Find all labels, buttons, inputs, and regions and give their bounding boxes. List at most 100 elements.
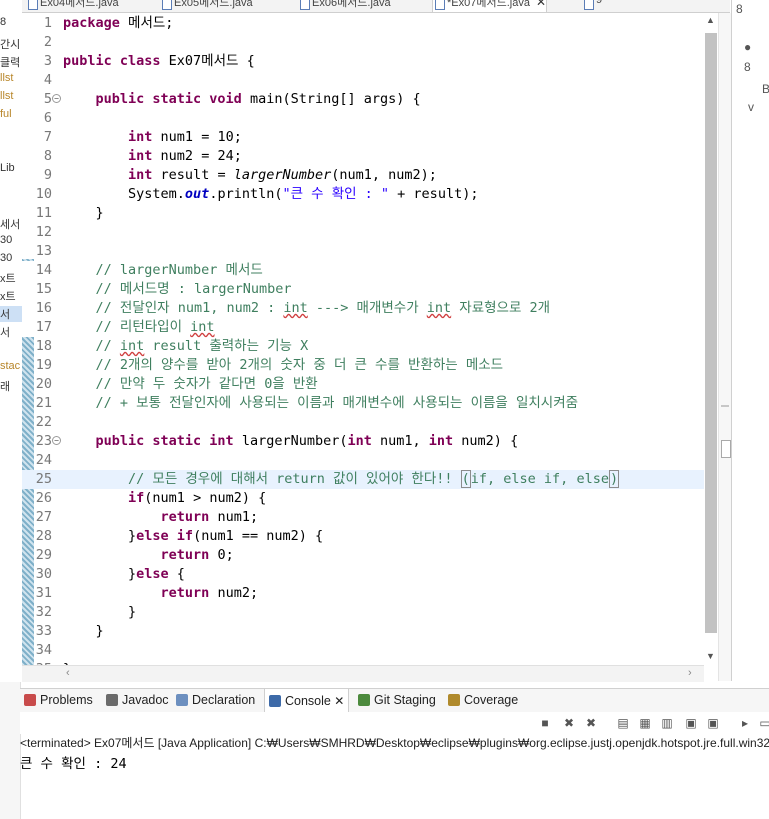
code-line[interactable]: 6 <box>22 109 704 128</box>
pin-console-icon[interactable]: ▸ <box>738 716 752 730</box>
git-staging-icon <box>358 694 370 706</box>
close-icon[interactable]: ✕ <box>331 694 344 708</box>
tree-item[interactable]: x트 <box>0 270 16 286</box>
overview-ruler[interactable] <box>718 13 731 681</box>
tree-item[interactable]: 간시 <box>0 36 20 52</box>
code-line[interactable]: 34 <box>22 641 704 660</box>
code-editor[interactable]: 1 package 메서드; 2 3 public class Ex07메서드 {4 5−… <box>22 13 704 665</box>
line-number: 6 <box>43 110 52 126</box>
remove-all-terminated-icon[interactable]: ✖ <box>584 716 598 730</box>
editor-vertical-scrollbar[interactable]: ▲ ▼ <box>704 13 718 665</box>
code-line[interactable]: 30 }else { <box>22 565 704 584</box>
code-line[interactable]: 33 } <box>22 622 704 641</box>
outline-item[interactable]: v <box>748 100 754 114</box>
close-icon[interactable]: ✕ <box>536 0 546 9</box>
bottom-tab-coverage[interactable]: Coverage <box>448 693 518 707</box>
terminate-icon[interactable]: ■ <box>538 716 552 730</box>
show-on-output-icon[interactable]: ▣ <box>684 716 698 730</box>
code-line[interactable]: 27 return num1; <box>22 508 704 527</box>
tree-item[interactable]: 서 <box>0 306 22 322</box>
fold-toggle-icon[interactable]: − <box>52 94 61 103</box>
code-line[interactable]: 31 return num2; <box>22 584 704 603</box>
line-number: 13 <box>35 243 52 259</box>
tree-item[interactable]: stac <box>0 360 20 372</box>
code-line[interactable]: 23− public static int largerNumber(int n… <box>22 432 704 451</box>
editor-tab[interactable]: Ex06메서드.java <box>298 0 391 12</box>
code-line[interactable]: 9 int result = largerNumber(num1, num2); <box>22 166 704 185</box>
tree-item[interactable]: Lib <box>0 162 15 174</box>
tree-item[interactable]: llst <box>0 90 13 102</box>
code-line[interactable]: 7 int num1 = 10; <box>22 128 704 147</box>
code-line[interactable]: 17 // 리턴타입이 int <box>22 318 704 337</box>
tree-item[interactable]: 8 <box>0 16 6 28</box>
code-line[interactable]: 18 // int result 출력하는 기능 X <box>22 337 704 356</box>
code-line[interactable]: 22 <box>22 413 704 432</box>
code-line[interactable]: 16 // 전달인자 num1, num2 : int ---> 매개변수가 i… <box>22 299 704 318</box>
code-line[interactable]: 26 if(num1 > num2) { <box>22 489 704 508</box>
outline-item[interactable]: 8 <box>736 2 743 16</box>
bottom-tab-console[interactable]: Console ✕ <box>264 689 350 713</box>
code-line[interactable]: 15 // 메서드명 : largerNumber <box>22 280 704 299</box>
code-line[interactable]: 25 // 모든 경우에 대해서 return 값이 있어야 한다!! (if,… <box>22 470 704 489</box>
code-line[interactable]: 20 // 만약 두 숫자가 같다면 0을 반환 <box>22 375 704 394</box>
code-line[interactable]: 4 <box>22 71 704 90</box>
scroll-down-icon[interactable]: ▼ <box>706 651 715 661</box>
code-text: int num2 = 24; <box>128 148 242 164</box>
code-line[interactable]: 29 return 0; <box>22 546 704 565</box>
code-line[interactable]: 2 <box>22 33 704 52</box>
scroll-left-icon[interactable]: ‹ <box>66 667 70 679</box>
scroll-up-icon[interactable]: ▲ <box>706 15 715 25</box>
tree-item[interactable]: x트 <box>0 288 16 304</box>
outline-item[interactable]: B <box>762 82 769 96</box>
word-wrap-icon[interactable]: ▥ <box>660 716 674 730</box>
editor-horizontal-scrollbar[interactable]: ‹ › <box>22 665 704 682</box>
code-line[interactable]: 5− public static void main(String[] args… <box>22 90 704 109</box>
code-line[interactable]: 11 } <box>22 204 704 223</box>
editor-tab[interactable]: Ex05메서드.java <box>160 0 253 12</box>
tree-item[interactable]: 서 <box>0 324 10 340</box>
bottom-tab-javadoc[interactable]: Javadoc <box>106 693 169 707</box>
bottom-tab-git-staging[interactable]: Git Staging <box>358 693 436 707</box>
tree-item[interactable]: llst <box>0 72 13 84</box>
scrollbar-thumb[interactable] <box>705 33 717 633</box>
editor-tab[interactable]: Ex04메서드.java <box>26 0 119 12</box>
tree-item[interactable]: 래 <box>0 378 10 394</box>
ruler-viewport-box[interactable] <box>721 440 731 458</box>
line-number: 34 <box>35 642 52 658</box>
fold-toggle-icon[interactable]: − <box>52 436 61 445</box>
java-file-icon <box>300 0 310 10</box>
display-console-icon[interactable]: ▭ <box>758 716 769 730</box>
scroll-right-icon[interactable]: › <box>688 667 692 679</box>
show-on-error-icon[interactable]: ▣ <box>706 716 720 730</box>
tree-item[interactable]: 세서 <box>0 216 20 232</box>
code-line[interactable]: 12 <box>22 223 704 242</box>
editor-tab[interactable]: *Ex07메서드.java ✕ <box>432 0 548 12</box>
tree-item[interactable]: 30 <box>0 234 12 246</box>
code-line[interactable]: 28 }else if(num1 == num2) { <box>22 527 704 546</box>
code-line[interactable]: 10 System.out.println("큰 수 확인 : " + resu… <box>22 185 704 204</box>
code-line[interactable]: 21 // + 보통 전달인자에 사용되는 이름과 매개변수에 사용되는 이름을… <box>22 394 704 413</box>
code-line[interactable]: 32 } <box>22 603 704 622</box>
bottom-tab-declaration[interactable]: Declaration <box>176 693 255 707</box>
code-line[interactable]: 13 <box>22 242 704 261</box>
editor-tab[interactable]: 9 <box>582 0 602 12</box>
tree-item[interactable]: 클력 <box>0 54 20 70</box>
code-text: }else { <box>63 566 185 582</box>
code-line[interactable]: 1 package 메서드; <box>22 14 704 33</box>
console-output[interactable]: 큰 수 확인 : 24 <box>20 752 769 772</box>
bottom-tab-problems[interactable]: Problems <box>24 693 93 707</box>
tree-item[interactable]: ful <box>0 108 12 120</box>
scroll-lock-icon[interactable]: ▦ <box>638 716 652 730</box>
code-line[interactable]: 3 public class Ex07메서드 { <box>22 52 704 71</box>
code-line[interactable]: 19 // 2개의 양수를 받아 2개의 숫자 중 더 큰 수를 반환하는 메소… <box>22 356 704 375</box>
tree-item[interactable]: 30 <box>0 252 12 264</box>
code-line[interactable]: 8 int num2 = 24; <box>22 147 704 166</box>
remove-launch-icon[interactable]: ✖ <box>562 716 576 730</box>
clear-console-icon[interactable]: ▤ <box>616 716 630 730</box>
outline-item[interactable]: ● <box>744 40 751 54</box>
line-number: 15 <box>35 281 52 297</box>
code-line[interactable]: 14 // largerNumber 메서드 <box>22 261 704 280</box>
line-number: 8 <box>43 148 52 164</box>
code-line[interactable]: 24 <box>22 451 704 470</box>
outline-item[interactable]: 8 <box>744 60 751 74</box>
